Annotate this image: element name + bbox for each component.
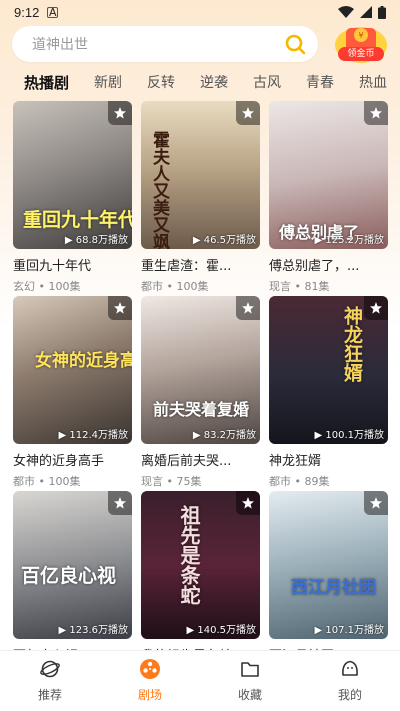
drama-card[interactable]: 女神的近身高手 ▶ 112.4万播放 女神的近身高手 都市 • 100集 (13, 296, 132, 489)
poster-title-art: 女神的近身高手 (35, 351, 132, 371)
poster-image: 重回九十年代 ▶ 68.8万播放 (13, 101, 132, 249)
battery-icon (378, 5, 386, 19)
card-title: 神龙狂婿 (269, 454, 322, 469)
tab-new[interactable]: 新剧 (94, 72, 122, 96)
poster-image: 西江月社团 ▶ 107.1万播放 (269, 491, 388, 639)
earn-coins-label: 领金币 (338, 47, 384, 61)
folder-icon (241, 662, 259, 677)
poster-image: 祖先是条蛇 ▶ 140.5万播放 (141, 491, 260, 639)
play-count: ▶ 112.4万播放 (58, 430, 129, 441)
poster-image: 神龙狂婿 ▶ 100.1万播放 (269, 296, 388, 444)
status-time: 9:12 (14, 4, 40, 20)
bookmark-icon[interactable] (236, 101, 260, 125)
play-count: ▶ 100.1万播放 (314, 430, 385, 441)
svg-text:¥: ¥ (358, 31, 363, 40)
poster-image: 傅总别虐了 ▶ 125.2万播放 (269, 101, 388, 249)
bookmark-icon[interactable] (236, 491, 260, 515)
play-count: ▶ 123.6万播放 (58, 625, 129, 636)
planet-icon (40, 660, 60, 678)
play-count: ▶ 83.2万播放 (192, 430, 256, 441)
drama-card[interactable]: 祖先是条蛇 ▶ 140.5万播放 我的祖先是条蛇 (141, 491, 260, 664)
card-title: 女神的近身高手 (13, 454, 105, 469)
category-tabs: 热播剧 新剧 反转 逆袭 古风 青春 热血 (24, 72, 400, 96)
poster-image: 前夫哭着复婚 ▶ 83.2万播放 (141, 296, 260, 444)
card-title: 离婚后前夫哭... (141, 454, 232, 469)
card-meta: 现言 • 81集 (269, 280, 330, 293)
wifi-icon (338, 6, 354, 18)
drama-card[interactable]: 西江月社团 ▶ 107.1万播放 西江月社团 (269, 491, 388, 664)
tab-youth[interactable]: 青春 (306, 72, 334, 96)
play-count: ▶ 140.5万播放 (186, 625, 257, 636)
signal-icon (360, 6, 372, 18)
bookmark-icon[interactable] (364, 101, 388, 125)
app-notification-badge: A (47, 5, 59, 19)
search-icon[interactable] (284, 33, 306, 55)
poster-image: 霍夫人又美又飒 ▶ 46.5万播放 (141, 101, 260, 249)
earn-coins-button[interactable]: ¥ 领金币 (332, 24, 390, 64)
nav-label: 推荐 (37, 688, 62, 702)
bottom-nav: 推荐 剧场 收藏 我的 (0, 650, 400, 711)
poster-title-art: 霍夫人又美又飒 (149, 131, 169, 249)
drama-card[interactable]: 霍夫人又美又飒 ▶ 46.5万播放 重生虐渣：霍... 都市 • 100集 (141, 101, 260, 294)
profile-icon (342, 660, 358, 676)
tab-hot[interactable]: 热播剧 (24, 72, 69, 96)
drama-card[interactable]: 神龙狂婿 ▶ 100.1万播放 神龙狂婿 都市 • 89集 (269, 296, 388, 489)
card-title: 傅总别虐了，... (269, 259, 360, 274)
tab-action[interactable]: 热血 (359, 72, 387, 96)
poster-title-art: 神龙狂婿 (341, 306, 363, 382)
search-row: 道神出世 ¥ 领金币 (12, 24, 390, 64)
poster-title-art: 重回九十年代 (23, 209, 132, 231)
status-bar: 9:12 A (0, 0, 400, 24)
bookmark-icon[interactable] (108, 491, 132, 515)
card-meta: 现言 • 75集 (141, 475, 202, 488)
poster-title-art: 西江月社团 (291, 578, 376, 598)
drama-card[interactable]: 前夫哭着复婚 ▶ 83.2万播放 离婚后前夫哭... 现言 • 75集 (141, 296, 260, 489)
play-count: ▶ 107.1万播放 (314, 625, 385, 636)
tab-reversal[interactable]: 反转 (147, 72, 175, 96)
poster-title-art: 祖先是条蛇 (177, 505, 201, 605)
card-meta: 玄幻 • 100集 (13, 280, 81, 293)
card-meta: 都市 • 89集 (269, 475, 330, 488)
card-meta: 都市 • 100集 (13, 475, 81, 488)
poster-image: 女神的近身高手 ▶ 112.4万播放 (13, 296, 132, 444)
nav-label: 剧场 (137, 688, 162, 702)
film-reel-icon (140, 659, 160, 679)
nav-theater[interactable]: 剧场 (100, 651, 200, 711)
bookmark-icon[interactable] (364, 491, 388, 515)
nav-profile[interactable]: 我的 (300, 651, 400, 711)
search-input[interactable]: 道神出世 (12, 26, 318, 62)
nav-favorites[interactable]: 收藏 (200, 651, 300, 711)
poster-title-art: 百亿良心视 (21, 565, 117, 587)
play-count: ▶ 125.2万播放 (314, 235, 385, 246)
drama-card[interactable]: 百亿良心视 ▶ 123.6万播放 百亿良心视 (13, 491, 132, 664)
drama-card[interactable]: 傅总别虐了 ▶ 125.2万播放 傅总别虐了，... 现言 • 81集 (269, 101, 388, 294)
tab-comeback[interactable]: 逆袭 (200, 72, 228, 96)
play-count: ▶ 68.8万播放 (64, 235, 128, 246)
bookmark-icon[interactable] (364, 296, 388, 320)
play-count: ▶ 46.5万播放 (192, 235, 256, 246)
drama-card[interactable]: 重回九十年代 ▶ 68.8万播放 重回九十年代 玄幻 • 100集 (13, 101, 132, 294)
card-meta: 都市 • 100集 (141, 280, 209, 293)
card-title: 重回九十年代 (13, 259, 92, 274)
poster-title-art: 前夫哭着复婚 (153, 400, 250, 419)
poster-image: 百亿良心视 ▶ 123.6万播放 (13, 491, 132, 639)
bookmark-icon[interactable] (236, 296, 260, 320)
nav-label: 我的 (337, 688, 362, 702)
nav-recommend[interactable]: 推荐 (0, 651, 100, 711)
bookmark-icon[interactable] (108, 296, 132, 320)
bookmark-icon[interactable] (108, 101, 132, 125)
tab-ancient[interactable]: 古风 (253, 72, 281, 96)
card-title: 重生虐渣：霍... (141, 259, 232, 274)
search-placeholder: 道神出世 (32, 37, 88, 53)
nav-label: 收藏 (237, 688, 262, 702)
